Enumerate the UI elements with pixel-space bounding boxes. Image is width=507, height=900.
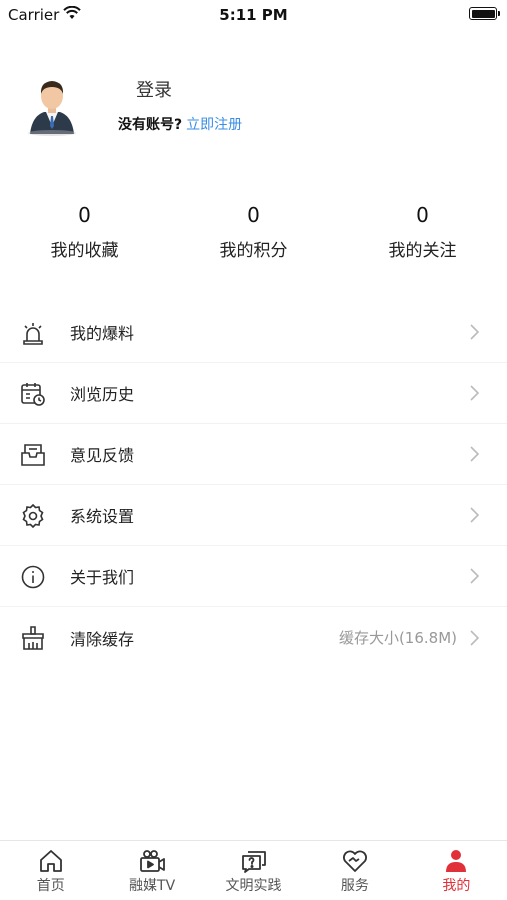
login-button[interactable]: 登录 (136, 76, 172, 102)
menu-item-about[interactable]: 关于我们 (0, 546, 507, 607)
heart-hands-icon (342, 850, 367, 872)
stat-value: 0 (416, 203, 429, 227)
register-link[interactable]: 立即注册 (186, 117, 242, 133)
broom-icon (22, 626, 44, 650)
clock: 5:11 PM (219, 6, 288, 24)
chevron-right-icon (470, 568, 479, 584)
stat-value: 0 (247, 203, 260, 227)
tab-label: 我的 (442, 878, 471, 894)
cache-size-label: 缓存大小(16.8M) (338, 629, 457, 647)
tab-civilization-practice[interactable]: 文明实践 (203, 841, 304, 900)
register-line: 没有账号? 立即注册 (118, 114, 242, 134)
menu-label: 我的爆料 (70, 324, 135, 343)
menu-item-settings[interactable]: 系统设置 (0, 485, 507, 546)
stats-row: 0 我的收藏 0 我的积分 0 我的关注 (0, 200, 507, 270)
menu-item-clear-cache[interactable]: 清除缓存 缓存大小(16.8M) (0, 607, 507, 668)
stat-value: 0 (78, 203, 91, 227)
menu-item-history[interactable]: 浏览历史 (0, 363, 507, 424)
tab-media-tv[interactable]: 融媒TV (101, 841, 202, 900)
chevron-right-icon (470, 507, 479, 523)
profile-header: 登录 没有账号? 立即注册 (0, 70, 507, 140)
menu-label: 清除缓存 (70, 629, 135, 649)
chevron-right-icon (470, 446, 479, 462)
chevron-right-icon (470, 324, 479, 340)
stat-points[interactable]: 0 我的积分 (169, 200, 338, 270)
tab-label: 融媒TV (129, 878, 176, 894)
menu-item-my-tips[interactable]: 我的爆料 (0, 302, 507, 363)
menu-list: 我的爆料 浏览历史 意见反馈 系统设置 关于我们 清除缓存 缓存大小(16.8M… (0, 302, 507, 668)
tab-label: 首页 (36, 878, 65, 894)
menu-label: 意见反馈 (70, 446, 135, 465)
person-icon (446, 850, 467, 872)
battery-icon (469, 7, 500, 20)
menu-label: 系统设置 (70, 507, 135, 526)
chevron-right-icon (470, 629, 479, 646)
inbox-icon (21, 444, 45, 466)
status-bar: Carrier 5:11 PM (0, 0, 507, 30)
calendar-clock-icon (21, 383, 45, 406)
tab-bar: 首页 融媒TV 文明实践 服务 我的 (0, 840, 507, 900)
gear-icon (22, 503, 44, 529)
tab-services[interactable]: 服务 (304, 841, 405, 900)
tab-label: 文明实践 (225, 878, 282, 894)
alarm-icon (23, 323, 43, 345)
home-icon (39, 850, 62, 872)
menu-item-feedback[interactable]: 意见反馈 (0, 424, 507, 485)
stat-favorites[interactable]: 0 我的收藏 (0, 200, 169, 270)
no-account-text: 没有账号? (118, 117, 183, 133)
video-camera-icon (140, 850, 166, 872)
tab-mine[interactable]: 我的 (406, 841, 507, 900)
chevron-right-icon (470, 385, 479, 401)
stat-label: 我的收藏 (50, 241, 119, 261)
avatar[interactable] (26, 76, 78, 136)
tab-home[interactable]: 首页 (0, 841, 101, 900)
tab-label: 服务 (340, 878, 369, 894)
stat-label: 我的积分 (219, 241, 288, 261)
info-icon (21, 565, 45, 589)
menu-label: 浏览历史 (70, 385, 135, 404)
stat-label: 我的关注 (388, 241, 457, 261)
stat-following[interactable]: 0 我的关注 (338, 200, 507, 270)
help-chat-icon (241, 851, 266, 873)
menu-label: 关于我们 (70, 568, 135, 587)
